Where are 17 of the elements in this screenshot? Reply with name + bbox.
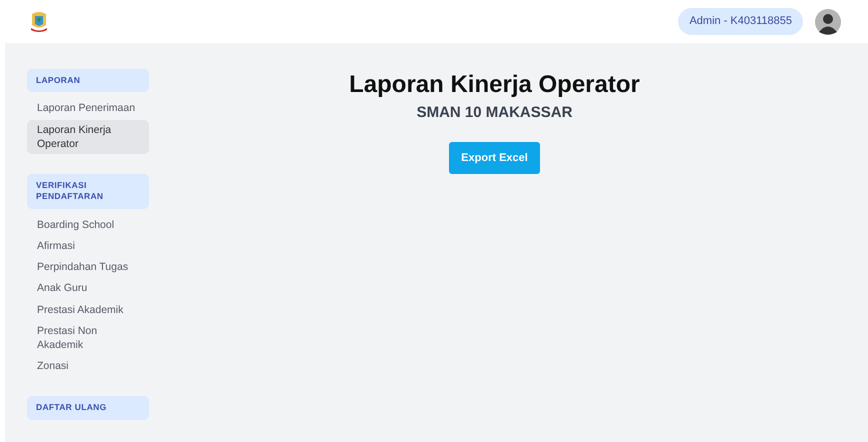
sidebar-item[interactable]: Afirmasi [27,236,149,256]
emblem-logo [29,10,49,32]
section-header: VERIFIKASI PENDAFTARAN [27,174,149,209]
user-badge[interactable]: Admin - K403118855 [678,8,803,35]
sidebar-item[interactable]: Boarding School [27,214,149,236]
sidebar-item[interactable]: Prestasi Non Akademik [27,320,149,356]
sidebar-item[interactable]: Zonasi [27,356,149,376]
section-header: LAPORAN [27,69,149,92]
avatar-icon[interactable] [815,8,841,34]
school-name: SMAN 10 MAKASSAR [416,104,572,122]
page-title: Laporan Kinerja Operator [349,71,640,100]
section-header: DAFTAR ULANG [27,396,149,420]
sidebar-item[interactable]: Anak Guru [27,278,149,299]
sidebar-item[interactable]: Laporan Kinerja Operator [27,120,149,154]
sidebar-item[interactable]: Perpindahan Tugas [27,257,149,278]
sidebar-item[interactable]: Laporan Penerimaan [27,98,149,119]
sidebar-item[interactable]: Prestasi Akademik [27,300,149,320]
